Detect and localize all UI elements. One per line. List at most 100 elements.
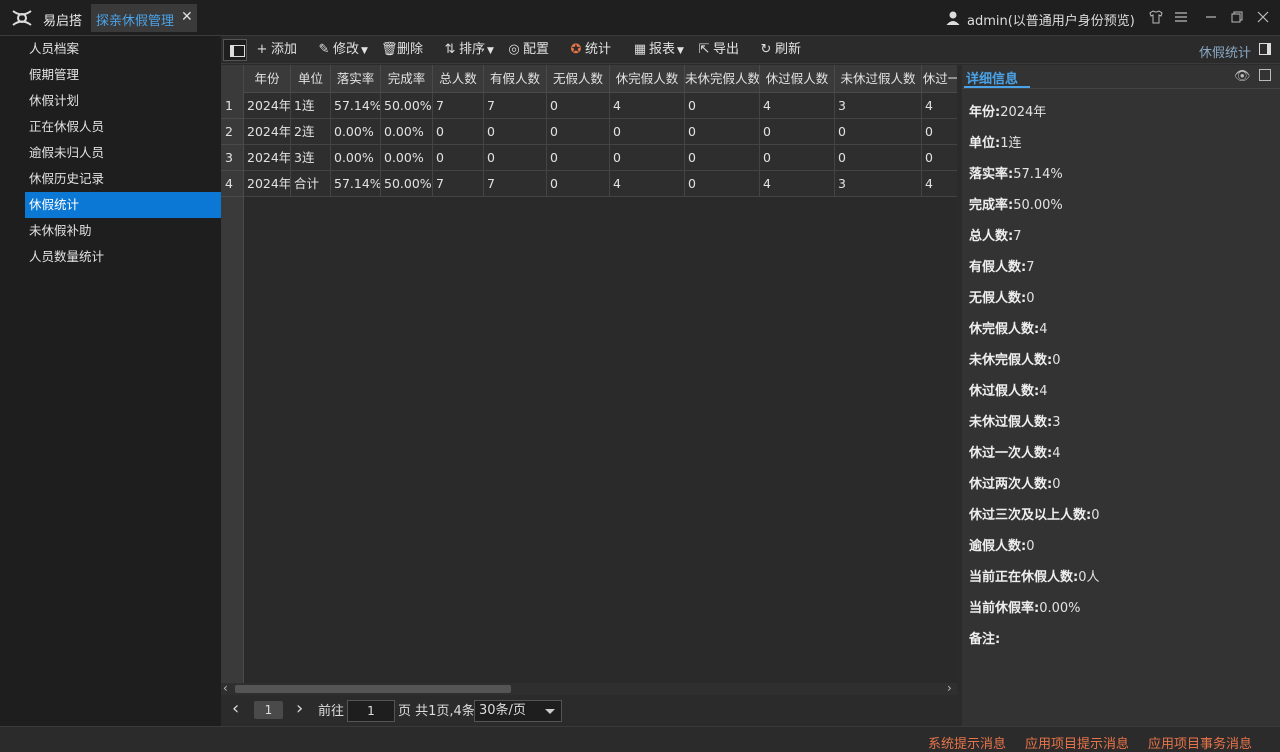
sidebar-item-overdue[interactable]: 逾假未归人员 [25, 140, 221, 166]
menu-icon[interactable] [1173, 9, 1189, 25]
col-header-completion-rate[interactable]: 完成率 [381, 65, 433, 93]
sidebar-item-headcount-stats[interactable]: 人员数量统计 [25, 244, 221, 270]
table-cell[interactable]: 7 [484, 171, 547, 197]
col-header-without-leave[interactable]: 无假人数 [547, 65, 610, 93]
report-button[interactable]: ▦ 报表 ▼ [633, 41, 684, 59]
table-cell[interactable]: 1连 [291, 93, 331, 119]
col-header-with-leave[interactable]: 有假人数 [484, 65, 547, 93]
col-header-total[interactable]: 总人数 [433, 65, 484, 93]
restore-icon[interactable] [1229, 9, 1245, 25]
table-cell[interactable]: 4 [922, 171, 957, 197]
table-cell[interactable]: 7 [433, 171, 484, 197]
table-cell[interactable]: 0 [685, 93, 760, 119]
table-cell[interactable]: 0 [922, 145, 957, 171]
table-cell[interactable]: 0 [484, 119, 547, 145]
table-cell[interactable]: 50.00% [381, 93, 433, 119]
table-cell[interactable]: 0 [835, 145, 922, 171]
table-cell[interactable]: 7 [433, 93, 484, 119]
table-cell[interactable]: 7 [484, 93, 547, 119]
panel-toggle-icon[interactable] [1259, 43, 1271, 55]
table-cell[interactable]: 合计 [291, 171, 331, 197]
close-window-icon[interactable] [1255, 9, 1271, 25]
table-cell[interactable]: 50.00% [381, 171, 433, 197]
page-number-current[interactable]: 1 [254, 701, 283, 719]
table-cell[interactable]: 0.00% [381, 119, 433, 145]
table-cell[interactable]: 0 [922, 119, 957, 145]
shirt-icon[interactable] [1148, 9, 1164, 25]
table-cell[interactable]: 0 [685, 119, 760, 145]
sidebar-item-leave-stats[interactable]: 休假统计 [25, 192, 221, 218]
sidebar-toggle-button[interactable] [223, 39, 247, 61]
table-cell[interactable]: 0 [760, 119, 835, 145]
table-cell[interactable]: 0 [685, 145, 760, 171]
delete-button[interactable]: 🗑删除 [381, 41, 423, 59]
col-header-implementation-rate[interactable]: 落实率 [331, 65, 381, 93]
export-button[interactable]: ⇱ 导出 [697, 41, 739, 59]
table-cell[interactable]: 2024年 [244, 93, 291, 119]
table-cell[interactable]: 4 [610, 171, 685, 197]
table-cell[interactable]: 0 [685, 171, 760, 197]
prev-page-icon[interactable]: ‹ [232, 699, 239, 719]
col-header-never-took-leave[interactable]: 未休过假人数 [835, 65, 922, 93]
table-cell[interactable]: 0.00% [331, 145, 381, 171]
table-cell[interactable]: 2连 [291, 119, 331, 145]
add-button[interactable]: + 添加 [255, 41, 297, 59]
refresh-button[interactable]: ↻ 刷新 [759, 41, 801, 59]
table-cell[interactable]: 0.00% [381, 145, 433, 171]
table-cell[interactable]: 2024年 [244, 171, 291, 197]
app-message-link[interactable]: 应用项目提示消息 [1025, 733, 1129, 752]
table-cell[interactable]: 0 [433, 119, 484, 145]
edit-button[interactable]: ✎ 修改 ▼ [317, 41, 368, 59]
sidebar-item-leave-plan[interactable]: 休假计划 [25, 88, 221, 114]
business-message-link[interactable]: 应用项目事务消息 [1148, 733, 1252, 752]
horizontal-scrollbar[interactable]: ‹ › [221, 681, 957, 695]
sort-button[interactable]: ⇅ 排序 ▼ [443, 41, 494, 59]
table-cell[interactable]: 0 [433, 145, 484, 171]
table-cell[interactable]: 4 [610, 93, 685, 119]
col-header-took-leave[interactable]: 休过假人数 [760, 65, 835, 93]
table-cell[interactable]: 0 [484, 145, 547, 171]
eye-icon[interactable]: 👁 [1234, 69, 1251, 84]
table-cell[interactable]: 57.14% [331, 171, 381, 197]
table-cell[interactable]: 3 [835, 171, 922, 197]
minimize-icon[interactable] [1203, 9, 1219, 25]
close-icon[interactable]: ✕ [181, 9, 193, 25]
table-cell[interactable]: 0 [547, 171, 610, 197]
page-size-select[interactable]: 30条/页 [474, 700, 562, 722]
table-cell[interactable]: 0 [547, 145, 610, 171]
system-message-link[interactable]: 系统提示消息 [928, 733, 1006, 752]
save-icon[interactable] [1259, 69, 1271, 81]
col-header-took-once[interactable]: 休过一 [922, 65, 957, 93]
col-header-incomplete-leave[interactable]: 未休完假人数 [685, 65, 760, 93]
table-cell[interactable]: 2024年 [244, 145, 291, 171]
stats-button[interactable]: ✪ 统计 [569, 41, 611, 59]
tab-detail-info[interactable]: 详细信息 [966, 68, 1018, 87]
table-cell[interactable]: 0 [610, 119, 685, 145]
table-cell[interactable]: 3连 [291, 145, 331, 171]
table-cell[interactable]: 3 [835, 93, 922, 119]
scrollbar-thumb[interactable] [235, 685, 511, 693]
col-header-unit[interactable]: 单位 [291, 65, 331, 93]
sidebar-item-history[interactable]: 休假历史记录 [25, 166, 221, 192]
col-header-completed-leave[interactable]: 休完假人数 [610, 65, 685, 93]
table-cell[interactable]: 0 [547, 119, 610, 145]
sidebar-item-personnel-files[interactable]: 人员档案 [25, 36, 221, 62]
sidebar-item-unused-subsidy[interactable]: 未休假补助 [25, 218, 221, 244]
col-header-year[interactable]: 年份 [244, 65, 291, 93]
table-cell[interactable]: 0 [547, 93, 610, 119]
table-cell[interactable]: 0.00% [331, 119, 381, 145]
user-label[interactable]: admin(以普通用户身份预览) [967, 10, 1135, 29]
scroll-right-icon[interactable]: › [947, 681, 952, 695]
tab-vacation-management[interactable]: 探亲休假管理 ✕ [91, 4, 197, 32]
table-cell[interactable]: 0 [610, 145, 685, 171]
table-cell[interactable]: 0 [760, 145, 835, 171]
table-cell[interactable]: 0 [835, 119, 922, 145]
table-cell[interactable]: 4 [760, 93, 835, 119]
sidebar-item-on-leave[interactable]: 正在休假人员 [25, 114, 221, 140]
table-cell[interactable]: 2024年 [244, 119, 291, 145]
table-cell[interactable]: 4 [922, 93, 957, 119]
goto-page-input[interactable]: 1 [347, 700, 395, 722]
config-button[interactable]: ◎ 配置 [507, 41, 549, 59]
table-cell[interactable]: 4 [760, 171, 835, 197]
table-cell[interactable]: 57.14% [331, 93, 381, 119]
